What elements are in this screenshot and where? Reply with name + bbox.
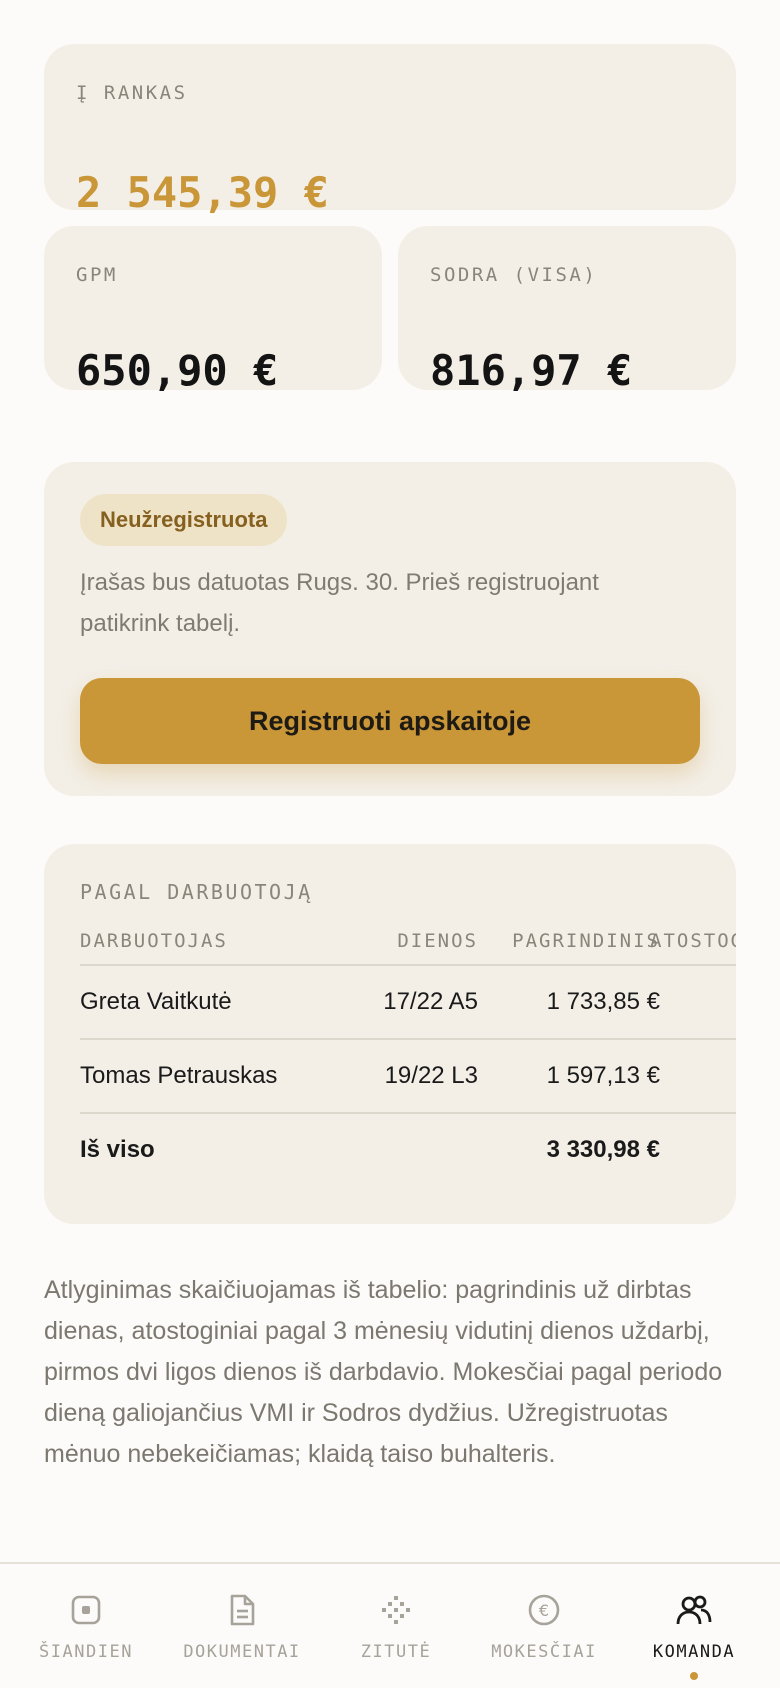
sodra-label: SODRA (VISA) [430,264,598,286]
registration-status-card: Neužregistruota Įrašas bus datuotas Rugs… [44,462,736,796]
gpm-value: 650,90 € [76,346,279,395]
table-row[interactable]: Greta Vaitkutė 17/22 A5 1 733,85 € 50 [80,964,736,1038]
employee-days: 19/22 L3 [384,1062,478,1089]
nav-item-today[interactable]: ŠIANDIEN [8,1564,164,1688]
team-icon [676,1595,712,1625]
sodra-value: 816,97 € [430,346,633,395]
column-header-base: PAGRINDINIS [512,930,660,952]
nav-label: DOKUMENTAI [183,1642,301,1662]
table-total-row: Iš viso 3 330,98 € 50 [80,1112,736,1186]
employee-base-pay: 1 733,85 € [546,988,660,1015]
table-row[interactable]: Tomas Petrauskas 19/22 L3 1 597,13 € [80,1038,736,1112]
employee-table: DARBUOTOJAS DIENOS PAGRINDINIS ATOSTOG G… [80,922,736,1186]
employee-name: Tomas Petrauskas [80,1062,278,1089]
net-pay-card: Į RANKAS 2 545,39 € [44,44,736,217]
register-button[interactable]: Registruoti apskaitoje [80,678,700,764]
sodra-card: SODRA (VISA) 816,97 € [398,226,736,395]
active-indicator [690,1672,698,1680]
column-header-employee: DARBUOTOJAS [80,930,228,952]
document-icon [230,1594,255,1626]
section-title: PAGAL DARBUOTOJĄ [80,880,313,904]
nav-item-assistant[interactable]: ZITUTĖ [318,1564,474,1688]
gpm-label: GPM [76,264,118,286]
total-label: Iš viso [80,1136,155,1163]
net-pay-label: Į RANKAS [76,82,188,104]
nav-label: ŠIANDIEN [39,1642,133,1662]
employee-base-pay: 1 597,13 € [546,1062,660,1089]
nav-item-team[interactable]: KOMANDA [616,1564,772,1688]
svg-text:€: € [539,1601,549,1620]
nav-item-taxes[interactable]: € MOKESČIAI [466,1564,622,1688]
employee-name: Greta Vaitkutė [80,988,232,1015]
payroll-screen: Į RANKAS 2 545,39 € GPM 650,90 € SODRA (… [0,0,780,1688]
euro-icon: € [528,1594,560,1626]
today-icon [71,1595,101,1625]
net-pay-value: 2 545,39 € [76,168,329,217]
total-base-pay: 3 330,98 € [546,1136,660,1163]
column-header-days: DIENOS [397,930,478,952]
nav-item-documents[interactable]: DOKUMENTAI [164,1564,320,1688]
nav-label: KOMANDA [652,1642,736,1662]
employee-breakdown-card: PAGAL DARBUOTOJĄ DARBUOTOJAS DIENOS PAGR… [44,844,736,1224]
nav-label: MOKESČIAI [491,1642,597,1662]
bottom-nav: ŠIANDIEN DOKUMENTAI ZITUTĖ € MOKESČIAI K… [0,1562,780,1688]
status-message: Įrašas bus datuotas Rugs. 30. Prieš regi… [80,569,599,637]
gpm-card: GPM 650,90 € [44,226,382,395]
table-header: DARBUOTOJAS DIENOS PAGRINDINIS ATOSTOG [80,922,736,964]
sparkle-icon [382,1596,410,1624]
status-badge: Neužregistruota [80,494,288,546]
employee-days: 17/22 A5 [383,988,478,1015]
calculation-note: Atlyginimas skaičiuojamas iš tabelio: pa… [44,1276,723,1468]
column-header-vacation: ATOSTOG [650,930,736,952]
nav-label: ZITUTĖ [360,1642,432,1662]
